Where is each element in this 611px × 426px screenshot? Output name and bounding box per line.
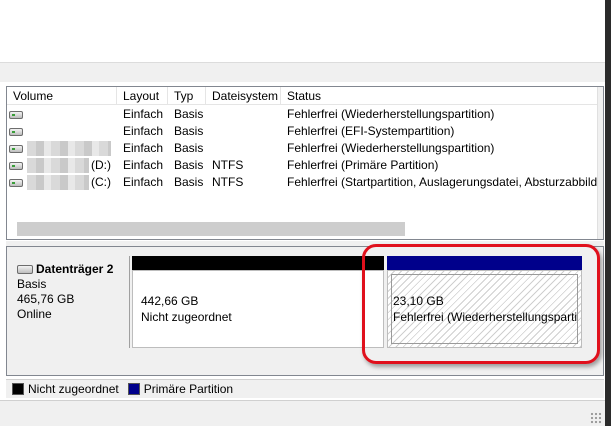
cell-status: Fehlerfrei (Wiederherstellungspartition)	[287, 107, 495, 121]
legend-label: Primäre Partition	[143, 382, 234, 396]
cell-type: Basis	[174, 124, 204, 138]
cell-filesystem	[206, 106, 281, 123]
status-bar	[0, 400, 605, 426]
legend-label: Nicht zugeordnet	[28, 382, 119, 396]
disk-size: 465,76 GB	[17, 292, 75, 306]
column-header-volume[interactable]: Volume	[7, 87, 117, 105]
cell-volume: (C:)	[91, 175, 111, 189]
vertical-scrollbar[interactable]	[597, 87, 603, 239]
cell-layout: Einfach	[123, 175, 164, 189]
cell-status: Fehlerfrei (EFI-Systempartition)	[287, 124, 455, 138]
cell-layout: Einfach	[123, 124, 164, 138]
cell-status: Fehlerfrei (Startpartition, Auslagerungs…	[287, 175, 597, 189]
table-row[interactable]: (D:) Einfach Basis NTFS Fehlerfrei (Prim…	[7, 157, 603, 174]
partition-selection-frame	[391, 274, 578, 344]
partition-bar-unallocated	[132, 256, 384, 270]
cell-type: Basis	[174, 107, 204, 121]
legend-swatch-unallocated	[12, 383, 24, 395]
cell-status: Fehlerfrei (Primäre Partition)	[287, 158, 439, 172]
redacted-volume-name	[27, 158, 89, 173]
disk-graphical-view: Datenträger 2 Basis 465,76 GB Online 442…	[6, 246, 604, 376]
resize-grip-icon[interactable]	[590, 412, 602, 424]
window-edge	[605, 0, 611, 426]
partition-size: 442,66 GB	[141, 294, 199, 308]
cell-filesystem	[206, 140, 281, 157]
cell-volume: (D:)	[91, 158, 111, 172]
table-row[interactable]: Einfach Basis Fehlerfrei (EFI-Systempart…	[7, 123, 603, 140]
cell-filesystem: NTFS	[212, 158, 244, 172]
column-header-status[interactable]: Status	[281, 87, 597, 105]
drive-icon	[9, 111, 23, 119]
cell-layout: Einfach	[123, 141, 164, 155]
column-header-type[interactable]: Typ	[168, 87, 206, 105]
partition-unallocated[interactable]: 442,66 GB Nicht zugeordnet	[132, 256, 384, 348]
table-row[interactable]: (C:) Einfach Basis NTFS Fehlerfrei (Star…	[7, 174, 603, 191]
drive-icon	[9, 179, 23, 187]
pane-separator	[0, 62, 605, 82]
toolbar-area	[0, 0, 605, 62]
drive-icon	[9, 145, 23, 153]
partition-recovery[interactable]: 23,10 GB Fehlerfrei (Wiederherstellungsp…	[387, 256, 582, 348]
legend-item-primary: Primäre Partition	[127, 382, 234, 396]
disk-type: Basis	[17, 277, 47, 291]
disk-info[interactable]: Datenträger 2 Basis 465,76 GB Online	[8, 256, 130, 348]
table-row[interactable]: Einfach Basis Fehlerfrei (Wiederherstell…	[7, 140, 603, 157]
redacted-volume-name	[27, 175, 89, 190]
legend: Nicht zugeordnet Primäre Partition	[6, 379, 604, 398]
column-header-filesystem[interactable]: Dateisystem	[206, 87, 281, 105]
column-header-layout[interactable]: Layout	[117, 87, 168, 105]
partition-body-recovery: 23,10 GB Fehlerfrei (Wiederherstellungsp…	[387, 270, 582, 348]
disk-state: Online	[17, 307, 52, 321]
cell-filesystem: NTFS	[212, 175, 244, 189]
drive-icon	[9, 162, 23, 170]
disk-icon	[17, 265, 33, 274]
legend-swatch-primary	[127, 383, 140, 395]
cell-filesystem	[206, 123, 281, 140]
volume-list-header: Volume Layout Typ Dateisystem Status	[7, 87, 603, 105]
cell-type: Basis	[174, 141, 204, 155]
horizontal-scrollbar-thumb[interactable]	[17, 222, 405, 236]
disk-title-row: Datenträger 2	[17, 262, 129, 277]
drive-icon	[9, 128, 23, 136]
legend-item-unallocated: Nicht zugeordnet	[12, 382, 119, 396]
cell-type: Basis	[174, 175, 204, 189]
cell-status: Fehlerfrei (Wiederherstellungspartition)	[287, 141, 495, 155]
partition-bar-primary	[387, 256, 582, 270]
volume-list[interactable]: Volume Layout Typ Dateisystem Status Ein…	[6, 86, 604, 240]
cell-type: Basis	[174, 158, 204, 172]
cell-layout: Einfach	[123, 158, 164, 172]
disk-name: Datenträger 2	[36, 262, 114, 276]
partition-label: Nicht zugeordnet	[141, 310, 232, 324]
disk-management-window: Volume Layout Typ Dateisystem Status Ein…	[0, 0, 611, 426]
partition-body-unallocated: 442,66 GB Nicht zugeordnet	[132, 270, 384, 348]
cell-layout: Einfach	[123, 107, 164, 121]
redacted-volume-name	[27, 141, 111, 156]
table-row[interactable]: Einfach Basis Fehlerfrei (Wiederherstell…	[7, 106, 603, 123]
